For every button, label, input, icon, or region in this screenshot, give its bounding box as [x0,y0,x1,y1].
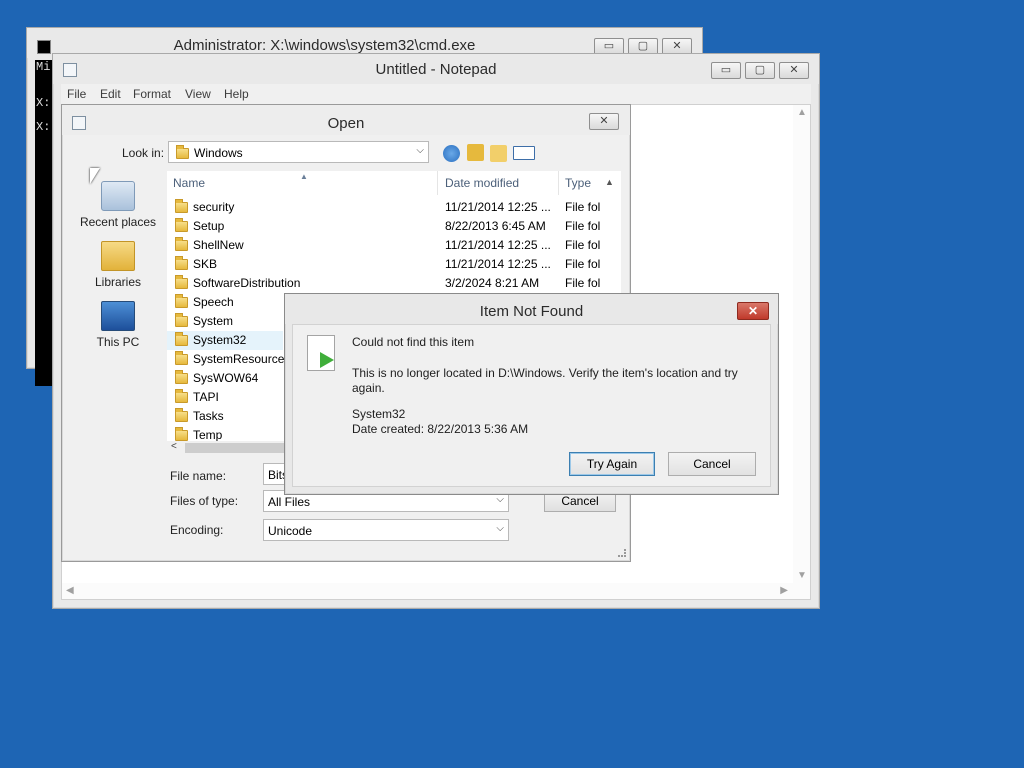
menu-format[interactable]: Format [133,87,171,101]
missing-file-icon [307,335,335,371]
try-again-button[interactable]: Try Again [569,452,655,476]
folder-icon [175,389,188,403]
folder-icon [175,218,188,232]
item-not-found-titlebar[interactable]: Item Not Found ✕ [285,294,778,324]
up-folder-icon[interactable] [467,144,484,161]
file-row[interactable]: ShellNew 11/21/2014 12:25 ... File fol [167,236,607,255]
mouse-cursor-icon [90,168,100,184]
horizontal-scrollbar[interactable]: ◀ ▶ [62,583,810,599]
file-row[interactable]: Setup 8/22/2013 6:45 AM File fol [167,217,607,236]
menu-view[interactable]: View [185,87,211,101]
folder-icon [175,427,188,441]
chevron-down-icon: ⌵ [416,145,424,156]
scroll-left-icon[interactable]: < [171,441,177,452]
folder-icon [175,332,188,346]
file-row[interactable]: SoftwareDistribution 3/2/2024 8:21 AM File… [167,274,607,293]
place-this-pc[interactable]: This PC [70,301,166,349]
vertical-scrollbar[interactable]: ▲ ▼ [793,105,810,583]
error-message-line-2: again. [352,381,385,395]
folder-icon [175,351,188,365]
column-type[interactable]: Type [565,171,591,195]
resize-grip-icon[interactable] [618,549,626,557]
item-not-found-title: Item Not Found [479,303,584,320]
libraries-icon [101,241,135,271]
menu-file[interactable]: File [67,87,86,101]
scroll-left-icon[interactable]: ◀ [66,585,74,596]
scroll-up-icon[interactable]: ▲ [797,107,807,118]
folder-icon [175,313,188,327]
green-arrow-icon [320,352,334,368]
column-separator [558,171,559,195]
item-name: System32 [352,407,406,421]
folder-icon [176,145,189,159]
notepad-title: Untitled - Notepad [375,61,497,78]
open-close-button[interactable]: ✕ [589,113,619,130]
column-date-modified[interactable]: Date modified [445,171,519,195]
folder-icon [175,408,188,422]
item-not-found-dialog[interactable]: Item Not Found ✕ Could not find this ite… [284,293,779,495]
folder-icon [175,199,188,213]
back-icon[interactable] [443,145,460,162]
item-not-found-cancel-button[interactable]: Cancel [668,452,756,476]
view-menu-icon[interactable] [513,146,535,160]
folder-icon [175,370,188,384]
encoding-select[interactable]: Unicode ⌵ [263,519,509,541]
console-line: X: [36,96,51,110]
column-separator [437,171,438,195]
item-not-found-body: Could not find this item This is no long… [292,324,771,487]
folder-icon [175,256,188,270]
file-name-label: File name: [170,469,227,483]
error-heading: Could not find this item [352,335,475,349]
look-in-select[interactable]: Windows ⌵ [168,141,429,163]
open-titlebar[interactable]: Open ✕ [62,105,630,135]
console-line: X: [36,120,51,134]
notepad-menubar: File Edit Format View Help [61,84,811,104]
computer-icon [101,301,135,331]
folder-icon [175,237,188,251]
item-date-created: Date created: 8/22/2013 5:36 AM [352,422,529,436]
column-name[interactable]: Name [173,171,205,195]
new-folder-icon[interactable] [490,145,507,162]
open-title: Open [327,115,365,132]
chevron-down-icon: ⌵ [496,523,504,534]
folder-icon [175,275,188,289]
notepad-close-button[interactable]: ✕ [779,62,809,79]
menu-help[interactable]: Help [224,87,249,101]
scroll-up-icon[interactable]: ▲ [605,177,614,187]
file-row[interactable]: security 11/21/2014 12:25 ... File fol [167,198,607,217]
sort-up-icon: ▲ [300,172,308,181]
file-row-selected[interactable]: System32 [167,331,283,350]
chevron-down-icon: ⌵ [496,494,504,505]
console-line: Mi [36,60,51,74]
place-libraries[interactable]: Libraries [70,241,166,289]
recent-places-icon [101,181,135,211]
notepad-minimize-button[interactable]: ▭ [711,62,741,79]
error-message-line-1: This is no longer located in D:\Windows.… [352,366,738,380]
scroll-right-icon[interactable]: ▶ [780,585,788,596]
look-in-label: Look in: [122,146,165,160]
item-not-found-close-button[interactable]: ✕ [737,302,769,320]
file-row[interactable]: SKB 11/21/2014 12:25 ... File fol [167,255,607,274]
place-recent[interactable]: Recent places [70,181,166,229]
menu-edit[interactable]: Edit [100,87,121,101]
files-of-type-label: Files of type: [170,494,239,508]
notepad-titlebar[interactable]: Untitled - Notepad ▭ ▢ ✕ [53,54,819,84]
folder-icon [175,294,188,308]
scroll-down-icon[interactable]: ▼ [797,570,807,581]
notepad-maximize-button[interactable]: ▢ [745,62,775,79]
encoding-label: Encoding: [170,523,224,537]
